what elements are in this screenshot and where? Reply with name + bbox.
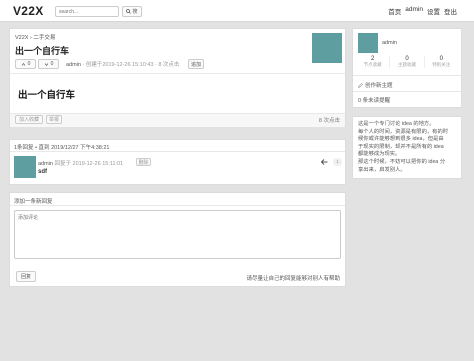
arrow-down-icon — [44, 62, 48, 66]
about-line: 享出来，启发别人。 — [358, 166, 406, 173]
stat-label: 节点收藏 — [363, 62, 382, 67]
user-card: admin 2 节点收藏 0 主题收藏 0 特别关注 创作新主题 0 条未读提醒 — [352, 28, 462, 108]
nav-user[interactable]: admin — [405, 6, 423, 16]
stat-node-favorites[interactable]: 2 节点收藏 — [356, 56, 389, 68]
topic-meta: admin · 创建于2019-12-26 15:10:43 · 8 次点击 — [66, 60, 179, 68]
downvote-count: 0 — [50, 61, 54, 67]
topic-divider — [10, 73, 345, 74]
breadcrumb-separator: › — [30, 35, 32, 41]
top-nav: 首页 admin 设置 登出 — [388, 6, 457, 16]
reply-summary-divider — [10, 151, 345, 152]
reply-hint: 请尽量让自己的回复能够对别人有帮助 — [246, 276, 340, 282]
topic-card: V22X › 二手交易 出一个自行车 0 0 admin · 创建于2019-1… — [9, 28, 346, 127]
append-button[interactable]: 追加 — [188, 59, 204, 69]
about-line: 候你或许能够想到很多 idea，但是由 — [358, 136, 444, 143]
breadcrumb-root[interactable]: V22X — [15, 35, 28, 41]
submit-reply-button[interactable]: 回复 — [16, 271, 36, 282]
nav-home[interactable]: 首页 — [388, 6, 401, 16]
reply-delete-button[interactable]: 删除 — [136, 158, 151, 166]
notifications-link[interactable]: 0 条未读提醒 — [358, 96, 390, 104]
reply-content: sdf — [38, 169, 47, 175]
reply-arrow-icon[interactable] — [321, 159, 328, 165]
create-topic-link[interactable]: 创作新主题 — [358, 81, 393, 89]
topic-title: 出一个自行车 — [15, 46, 70, 56]
stat-label: 主题收藏 — [397, 62, 416, 67]
search-input[interactable] — [55, 6, 119, 17]
user-card-divider-2 — [353, 91, 461, 92]
about-text: 这是一个专门讨论 idea 的地方。 每个人的时间，资源是有限的，有的时 候你或… — [358, 121, 448, 174]
new-reply-card: 添加一条新回复 回复 请尽量让自己的回复能够对别人有帮助 — [9, 192, 346, 287]
pencil-icon — [358, 82, 363, 88]
arrow-up-icon — [21, 62, 25, 66]
new-reply-divider — [10, 205, 345, 206]
reply-floor-number: 1 — [333, 158, 342, 166]
stat-topic-favorites[interactable]: 0 主题收藏 — [389, 56, 425, 68]
nav-logout[interactable]: 登出 — [444, 6, 457, 16]
new-reply-heading: 添加一条新回复 — [14, 199, 53, 205]
create-topic-label: 创作新主题 — [365, 83, 393, 89]
user-name[interactable]: admin — [382, 40, 397, 46]
top-bar: V22X 搜 首页 admin 设置 登出 — [0, 0, 474, 22]
view-count: 8 次点击 — [318, 118, 340, 124]
user-stats: 2 节点收藏 0 主题收藏 0 特别关注 — [356, 56, 458, 68]
reply-author[interactable]: admin — [38, 161, 53, 167]
user-card-divider — [353, 75, 461, 76]
reply-summary: 1条回复 • 直到 2019/12/27 下午4:38:21 — [14, 145, 110, 151]
reply-meta: admin 回复于 2019-12-26 15:11:01 — [38, 159, 123, 167]
search-button[interactable]: 搜 — [122, 6, 142, 17]
favorite-button[interactable]: 加入收藏 — [15, 115, 43, 124]
topic-author[interactable]: admin — [66, 62, 81, 68]
stat-label: 特别关注 — [432, 62, 451, 67]
search-icon — [126, 9, 132, 14]
reply-time: 回复于 2019-12-26 15:11:01 — [54, 161, 124, 167]
upvote-button[interactable]: 0 — [15, 59, 36, 69]
reply-textarea[interactable] — [14, 210, 341, 259]
site-logo[interactable]: V22X — [13, 4, 44, 18]
report-button[interactable]: 举报 — [46, 115, 62, 124]
user-avatar[interactable] — [358, 33, 378, 53]
breadcrumb: V22X › 二手交易 — [15, 33, 55, 41]
nav-settings[interactable]: 设置 — [427, 6, 440, 16]
reply-avatar[interactable] — [14, 156, 36, 178]
breadcrumb-node[interactable]: 二手交易 — [33, 35, 55, 41]
about-line: 都能够成为现实。 — [358, 151, 401, 158]
about-line: 这是一个专门讨论 idea 的地方。 — [358, 121, 435, 127]
topic-meta-text: · 创建于2019-12-26 15:10:43 · 8 次点击 — [82, 62, 180, 68]
replies-card: 1条回复 • 直到 2019/12/27 下午4:38:21 admin 回复于… — [9, 139, 346, 185]
author-avatar[interactable] — [312, 33, 342, 63]
topic-body: 出一个自行车 — [18, 90, 76, 101]
about-line: 那这个时候，不妨可以把你的 idea 分 — [358, 158, 446, 165]
downvote-button[interactable]: 0 — [38, 59, 59, 69]
about-card: 这是一个专门讨论 idea 的地方。 每个人的时间，资源是有限的，有的时 候你或… — [352, 116, 462, 179]
search-button-label: 搜 — [132, 9, 138, 15]
stat-following[interactable]: 0 特别关注 — [425, 56, 458, 68]
upvote-count: 0 — [27, 61, 31, 67]
